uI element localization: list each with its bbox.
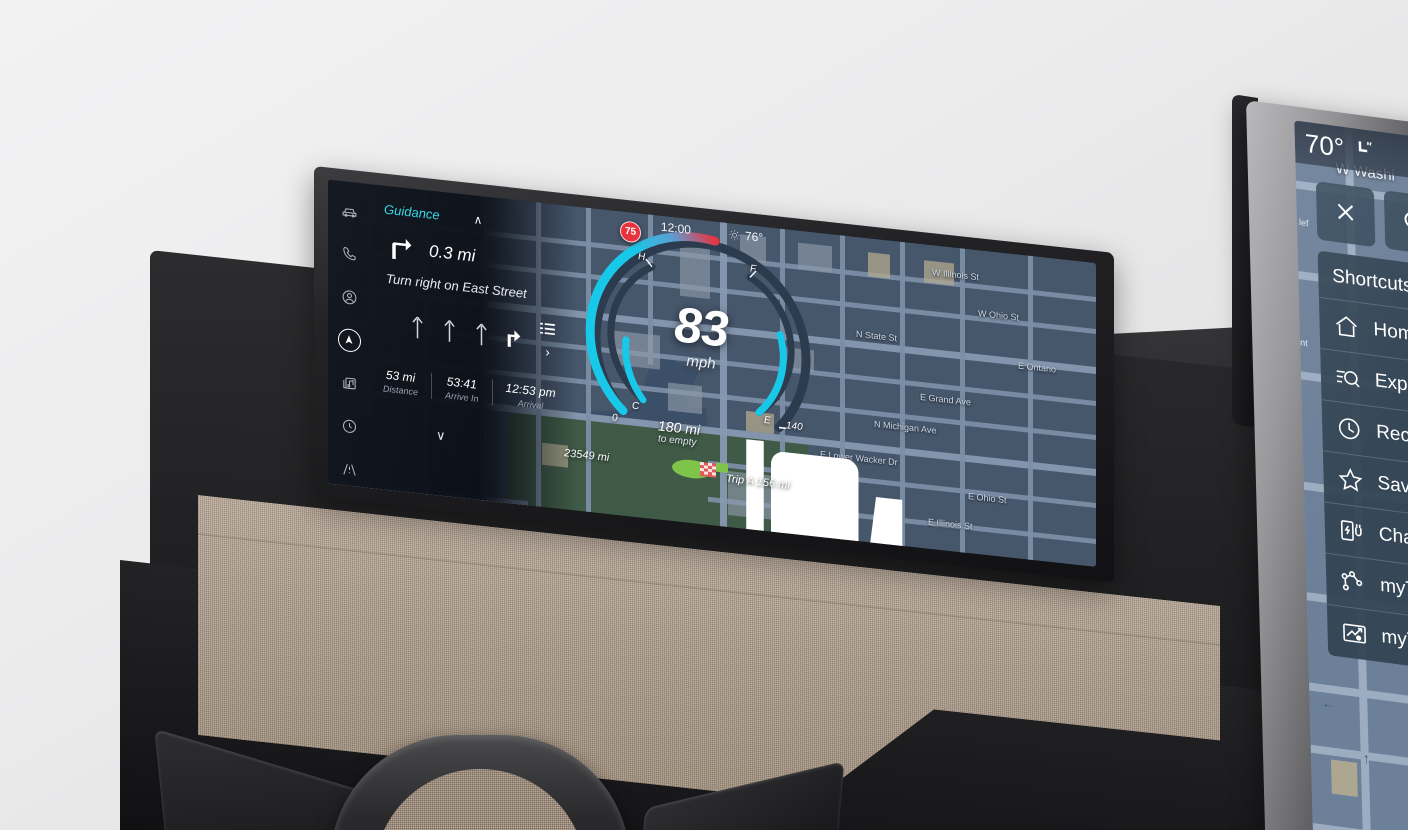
clock-icon xyxy=(1336,414,1363,444)
media-icon[interactable] xyxy=(334,366,364,399)
menu-item-label: Chargers xyxy=(1378,523,1408,556)
map-road xyxy=(960,248,965,567)
route-list-button[interactable]: › xyxy=(540,321,555,361)
navigation-icon-ring xyxy=(337,327,361,353)
range-readout: 180 mi to empty xyxy=(658,417,700,449)
lane-arrow-straight xyxy=(474,321,489,347)
maneuver-instruction: Turn right on East Street xyxy=(386,270,527,302)
gauge-temp-hot: H xyxy=(638,251,646,263)
home-icon xyxy=(1333,312,1360,342)
trip-stat-value: 53 mi xyxy=(385,367,416,385)
menu-item-label: Saved xyxy=(1377,472,1408,501)
heated-seat-icon[interactable] xyxy=(1354,137,1375,165)
lane-arrow-straight xyxy=(442,318,457,344)
gauge-temp-cold: C xyxy=(632,400,640,413)
map-label-tertiary: nt xyxy=(1300,337,1308,349)
coolant-temp-icon xyxy=(650,403,790,567)
ev-charger-icon xyxy=(1339,516,1366,546)
gauge-fuel-full: F xyxy=(750,263,757,276)
map-direction-arrow: ↑ xyxy=(1362,749,1370,767)
trip-stat-label: Distance xyxy=(383,383,419,398)
trip-stat-arrival: 12:53 pm Arrival xyxy=(491,379,569,414)
warning-icon[interactable] xyxy=(334,452,364,485)
search-button[interactable] xyxy=(1383,190,1408,257)
cabin-temperature[interactable]: 70° xyxy=(1304,127,1344,163)
map-building xyxy=(1330,759,1358,798)
steering-wheel xyxy=(300,735,660,830)
guidance-panel: Guidance ∧ 0.3 mi Turn right on East Str… xyxy=(328,179,578,520)
trip-stat-label: Arrive In xyxy=(445,390,479,404)
speed-gauge: 83 mph 0 140 H F C E 75 xyxy=(585,220,903,567)
menu-item-label: Home xyxy=(1373,318,1408,347)
clock-icon[interactable] xyxy=(334,409,364,442)
list-icon xyxy=(540,321,555,341)
instrument-cluster-screen[interactable]: W Illinois St W Ohio St N State St E Ont… xyxy=(328,179,1096,567)
trip-stat-distance: 53 mi Distance xyxy=(370,366,431,399)
lane-arrow-turn-right xyxy=(506,325,521,351)
sun-icon xyxy=(729,229,740,241)
map-road xyxy=(1028,255,1033,567)
navigation-icon[interactable] xyxy=(334,323,364,356)
map-road xyxy=(1310,744,1408,785)
center-display-bezel: ← ↓ ↑ Chicago 70° W Washi lef nt xyxy=(1246,100,1408,830)
screenshot-root: W Illinois St W Ohio St N State St E Ont… xyxy=(0,0,1408,830)
shortcuts-menu: Shortcuts Home Explore Recents Saved Cha… xyxy=(1317,250,1408,683)
center-display-screen[interactable]: ← ↓ ↑ Chicago 70° W Washi lef nt xyxy=(1294,120,1408,830)
phone-icon[interactable] xyxy=(334,237,364,270)
trips-graph-icon xyxy=(1340,568,1367,598)
menu-item-label: Explore xyxy=(1374,370,1408,400)
star-icon xyxy=(1337,465,1364,495)
gauge-speed-min: 0 xyxy=(612,412,618,424)
explore-search-icon xyxy=(1335,363,1362,393)
fuel-pump-icon xyxy=(736,412,903,567)
outside-temperature: 76° xyxy=(744,228,764,245)
close-button[interactable] xyxy=(1315,181,1376,248)
lane-arrow-straight xyxy=(410,314,425,340)
map-road xyxy=(586,207,591,539)
trip-stat-arrive-in: 53:41 Arrive In xyxy=(431,372,492,406)
menu-item-label: myTrips xyxy=(1379,574,1408,605)
trip-stats: 53 mi Distance 53:41 Arrive In 12:53 pm … xyxy=(370,366,569,414)
map-label-secondary: lef xyxy=(1298,217,1309,229)
search-icon xyxy=(1401,207,1408,239)
person-icon[interactable] xyxy=(334,280,364,313)
maneuver-row: 0.3 mi xyxy=(386,232,475,272)
turn-right-arrow-icon xyxy=(386,232,416,265)
trip-stat-value: 53:41 xyxy=(446,374,477,392)
menu-item-label: Recents xyxy=(1375,421,1408,452)
trends-chart-icon xyxy=(1341,619,1368,649)
lane-guidance xyxy=(410,314,521,350)
maneuver-distance: 0.3 mi xyxy=(429,241,476,266)
map-direction-arrow: ← xyxy=(1321,694,1336,713)
chevron-right-icon[interactable]: › xyxy=(545,344,549,359)
close-icon xyxy=(1333,198,1358,230)
menu-item-label: myTrends™ xyxy=(1381,626,1408,661)
map-road xyxy=(1312,823,1408,830)
chevron-down-icon[interactable]: ∨ xyxy=(436,427,446,444)
cluster-icon-rail xyxy=(334,194,368,542)
